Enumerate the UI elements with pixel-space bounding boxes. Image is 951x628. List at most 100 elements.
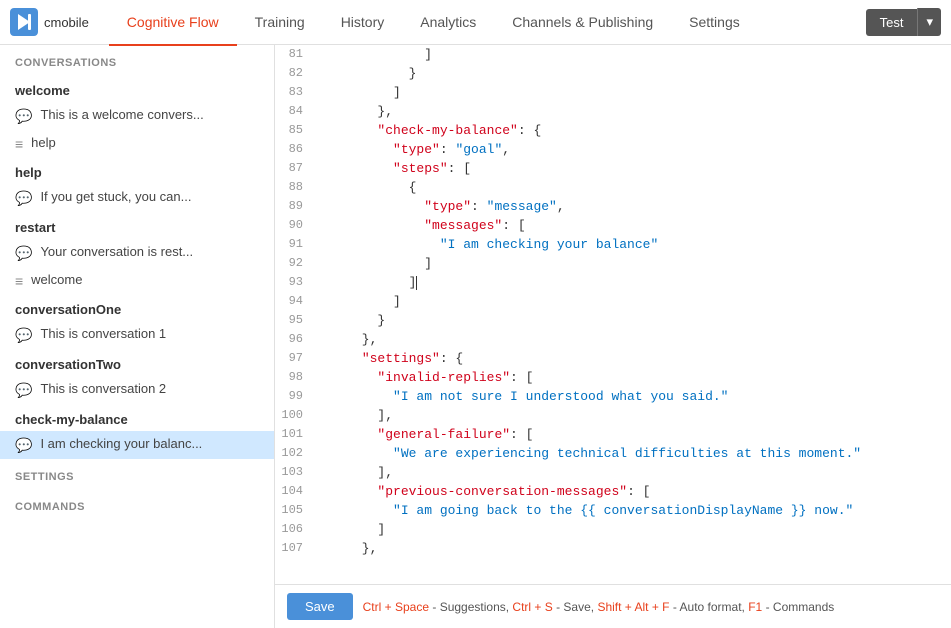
- string-value: "I am checking your balance": [440, 237, 658, 252]
- settings-label: SETTINGS: [0, 459, 274, 489]
- code-line: 82 }: [275, 64, 951, 83]
- nav-channels-publishing[interactable]: Channels & Publishing: [494, 1, 671, 46]
- nav-analytics[interactable]: Analytics: [402, 1, 494, 46]
- list-item[interactable]: 💬 This is a welcome convers...: [0, 102, 274, 130]
- line-number: 95: [275, 311, 315, 330]
- code-line: 85 "check-my-balance": {: [275, 121, 951, 140]
- code-line: 102 "We are experiencing technical diffi…: [275, 444, 951, 463]
- string-value: "We are experiencing technical difficult…: [393, 446, 861, 461]
- conv-item-text: I am checking your balanc...: [40, 436, 202, 451]
- conv-item-text: This is a welcome convers...: [40, 107, 203, 122]
- code-line: 96 },: [275, 330, 951, 349]
- code-line: 89 "type": "message",: [275, 197, 951, 216]
- conv-item-text: welcome: [31, 272, 82, 287]
- list-item[interactable]: 💬 This is conversation 2: [0, 376, 274, 404]
- string-value: "I am not sure I understood what you sai…: [393, 389, 728, 404]
- code-editor[interactable]: 81 ]82 }83 ]84 },85 "check-my-balance": …: [275, 45, 951, 584]
- nav-history[interactable]: History: [323, 1, 403, 46]
- list-item[interactable]: 💬 If you get stuck, you can...: [0, 184, 274, 212]
- line-content: "general-failure": [: [315, 425, 951, 444]
- shift-alt-f-key: Shift + Alt + F: [597, 600, 669, 614]
- line-number: 87: [275, 159, 315, 178]
- code-line: 81 ]: [275, 45, 951, 64]
- line-content: ]: [315, 45, 951, 64]
- line-content: "steps": [: [315, 159, 951, 178]
- list-item[interactable]: 💬 Your conversation is rest...: [0, 239, 274, 267]
- chat-icon: 💬: [15, 382, 32, 399]
- chat-icon: 💬: [15, 108, 32, 125]
- code-line: 107 },: [275, 539, 951, 558]
- line-number: 103: [275, 463, 315, 482]
- code-line: 88 {: [275, 178, 951, 197]
- line-content: ],: [315, 463, 951, 482]
- main-content: CONVERSATIONS welcome 💬 This is a welcom…: [0, 45, 951, 628]
- save-button[interactable]: Save: [287, 593, 353, 620]
- line-number: 82: [275, 64, 315, 83]
- menu-icon: ≡: [15, 273, 23, 289]
- list-item[interactable]: ≡ help: [0, 130, 274, 157]
- line-content: "check-my-balance": {: [315, 121, 951, 140]
- line-content: "I am going back to the {{ conversationD…: [315, 501, 951, 520]
- group-help: help: [0, 157, 274, 184]
- code-line: 105 "I am going back to the {{ conversat…: [275, 501, 951, 520]
- code-line: 104 "previous-conversation-messages": [: [275, 482, 951, 501]
- line-number: 81: [275, 45, 315, 64]
- nav-settings[interactable]: Settings: [671, 1, 758, 46]
- line-number: 94: [275, 292, 315, 311]
- line-number: 101: [275, 425, 315, 444]
- line-number: 100: [275, 406, 315, 425]
- code-line: 98 "invalid-replies": [: [275, 368, 951, 387]
- line-content: "type": "message",: [315, 197, 951, 216]
- code-line: 95 }: [275, 311, 951, 330]
- line-content: },: [315, 539, 951, 558]
- json-key: "type": [424, 199, 471, 214]
- test-button-dropdown[interactable]: ▾: [917, 8, 941, 36]
- line-number: 107: [275, 539, 315, 558]
- code-line: 92 ]: [275, 254, 951, 273]
- conv-item-text: help: [31, 135, 56, 150]
- chat-icon: 💬: [15, 437, 32, 454]
- line-number: 96: [275, 330, 315, 349]
- line-content: {: [315, 178, 951, 197]
- shortcuts-text: Ctrl + Space - Suggestions, Ctrl + S - S…: [363, 600, 835, 614]
- line-content: ]: [315, 273, 951, 292]
- line-number: 92: [275, 254, 315, 273]
- json-key: "type": [393, 142, 440, 157]
- code-line: 91 "I am checking your balance": [275, 235, 951, 254]
- code-line: 100 ],: [275, 406, 951, 425]
- line-content: }: [315, 64, 951, 83]
- group-restart: restart: [0, 212, 274, 239]
- nav-cognitive-flow[interactable]: Cognitive Flow: [109, 1, 237, 46]
- code-line: 84 },: [275, 102, 951, 121]
- line-number: 102: [275, 444, 315, 463]
- json-key: "settings": [362, 351, 440, 366]
- sidebar: CONVERSATIONS welcome 💬 This is a welcom…: [0, 45, 275, 628]
- line-number: 97: [275, 349, 315, 368]
- nav-training[interactable]: Training: [237, 1, 323, 46]
- line-number: 106: [275, 520, 315, 539]
- line-number: 90: [275, 216, 315, 235]
- list-item-active[interactable]: 💬 I am checking your balanc...: [0, 431, 274, 459]
- line-content: "I am checking your balance": [315, 235, 951, 254]
- line-number: 91: [275, 235, 315, 254]
- chat-icon: 💬: [15, 190, 32, 207]
- line-content: "messages": [: [315, 216, 951, 235]
- code-line: 101 "general-failure": [: [275, 425, 951, 444]
- chat-icon: 💬: [15, 245, 32, 262]
- conv-item-text: This is conversation 1: [40, 326, 166, 341]
- line-content: ]: [315, 292, 951, 311]
- editor-area: 81 ]82 }83 ]84 },85 "check-my-balance": …: [275, 45, 951, 628]
- text-cursor: [416, 276, 417, 290]
- list-item[interactable]: 💬 This is conversation 1: [0, 321, 274, 349]
- json-key: "steps": [393, 161, 448, 176]
- list-item[interactable]: ≡ welcome: [0, 267, 274, 294]
- line-content: },: [315, 102, 951, 121]
- line-content: "We are experiencing technical difficult…: [315, 444, 951, 463]
- ctrl-space-key: Ctrl + Space: [363, 600, 429, 614]
- shortcut-sep2: - Save,: [556, 600, 597, 614]
- test-button[interactable]: Test: [866, 9, 918, 36]
- line-number: 93: [275, 273, 315, 292]
- line-content: ]: [315, 83, 951, 102]
- code-line: 94 ]: [275, 292, 951, 311]
- code-line: 87 "steps": [: [275, 159, 951, 178]
